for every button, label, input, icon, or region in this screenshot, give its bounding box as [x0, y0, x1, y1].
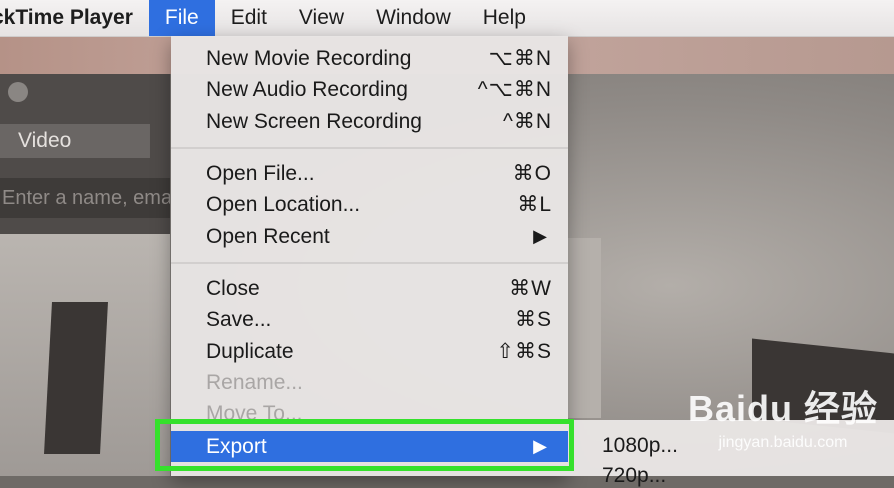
watermark-logo: Baidu 经验 [688, 388, 879, 429]
watermark-url: jingyan.baidu.com [718, 434, 848, 451]
submenu-item-1080p[interactable]: 1080p... [602, 434, 678, 458]
menu-item-save[interactable]: Save... ⌘S [171, 304, 568, 335]
menu-bar: ckTime Player File Edit View Window Help [0, 0, 894, 37]
name-input[interactable]: Enter a name, ema [0, 178, 170, 218]
menu-item-shortcut: ⌘W [509, 277, 552, 300]
submenu-arrow-icon: ▶ [533, 226, 548, 246]
menu-item-open-location[interactable]: Open Location... ⌘L [171, 189, 568, 220]
menu-item-move-to[interactable]: Move To... [171, 398, 568, 429]
menu-item-label: Close [206, 277, 260, 300]
background-panel-edge [566, 238, 601, 418]
menu-item-export[interactable]: Export ▶ [171, 431, 568, 462]
submenu-arrow-icon: ▶ [533, 436, 548, 456]
menu-item-rename[interactable]: Rename... [171, 367, 568, 398]
menu-item-open-file[interactable]: Open File... ⌘O [171, 158, 568, 189]
menu-item-label: Open File... [206, 162, 315, 185]
menu-item-label: New Audio Recording [206, 78, 408, 101]
submenu-item-720p[interactable]: 720p... [602, 464, 666, 488]
menu-item-new-screen-recording[interactable]: New Screen Recording ^⌘N [171, 106, 568, 137]
window-close-dot[interactable] [8, 82, 28, 102]
menu-item-label: Rename... [206, 371, 303, 394]
menu-item-duplicate[interactable]: Duplicate ⇧⌘S [171, 336, 568, 367]
menu-item-label: Save... [206, 308, 272, 331]
menu-item-shortcut: ^⌘N [502, 110, 552, 133]
menu-item-new-movie-recording[interactable]: New Movie Recording ⌥⌘N [171, 43, 568, 74]
menu-edit[interactable]: Edit [215, 0, 283, 36]
menu-item-label: Duplicate [206, 340, 294, 363]
menu-file[interactable]: File [148, 0, 215, 36]
menu-item-shortcut: ⌘S [514, 308, 552, 331]
baidu-watermark: Baidu 经验 jingyan.baidu.com [688, 380, 878, 452]
menu-item-label: Open Recent [206, 225, 330, 248]
menu-item-label: New Movie Recording [206, 47, 412, 70]
app-name-menu[interactable]: ckTime Player [0, 6, 149, 30]
menu-item-shortcut: ⌘L [517, 193, 552, 216]
menu-item-shortcut: ⌘O [512, 162, 552, 185]
menu-item-shortcut: ⇧⌘S [496, 340, 552, 363]
menu-view[interactable]: View [283, 0, 360, 36]
menu-item-shortcut: ^⌥⌘N [477, 78, 552, 101]
menu-item-close[interactable]: Close ⌘W [171, 273, 568, 304]
menu-window[interactable]: Window [360, 0, 467, 36]
menu-separator [171, 262, 568, 264]
menu-item-open-recent[interactable]: Open Recent ▶ [171, 221, 568, 252]
menu-item-shortcut: ⌥⌘N [488, 47, 552, 70]
menu-help[interactable]: Help [467, 0, 542, 36]
menu-item-label: New Screen Recording [206, 110, 422, 133]
video-preview-object [44, 302, 108, 454]
menu-item-new-audio-recording[interactable]: New Audio Recording ^⌥⌘N [171, 74, 568, 105]
menu-item-label: Move To... [206, 402, 303, 425]
tab-video[interactable]: Video [0, 124, 150, 158]
menu-item-label: Export [206, 435, 267, 458]
menu-item-label: Open Location... [206, 193, 361, 216]
menu-separator [171, 147, 568, 149]
file-menu-dropdown: New Movie Recording ⌥⌘N New Audio Record… [171, 36, 568, 476]
